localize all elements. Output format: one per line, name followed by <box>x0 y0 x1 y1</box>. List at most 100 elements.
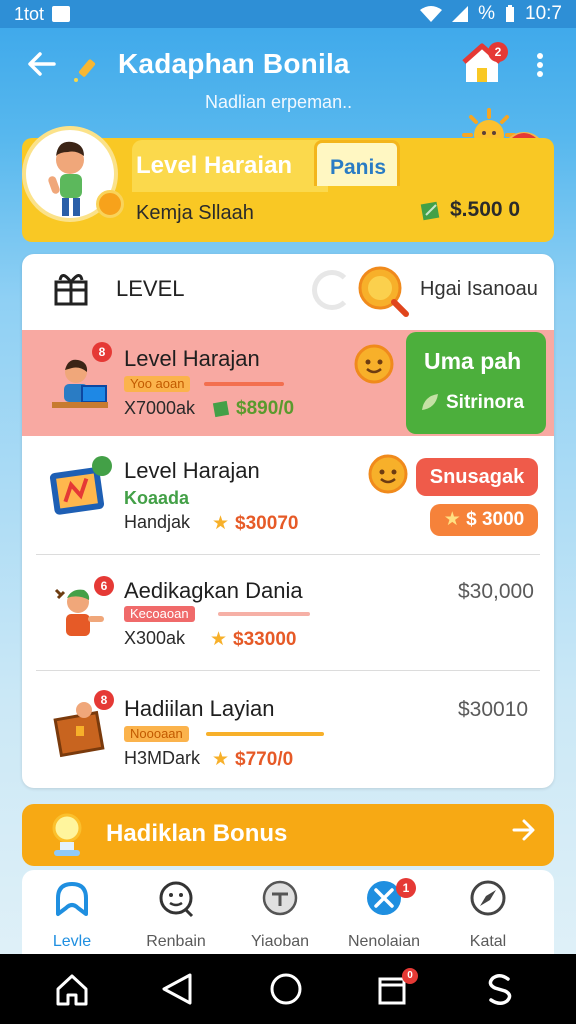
level-list-card: LEVEL Hgai Isanoau 8 Level Harajan Yoo a… <box>22 254 554 788</box>
level-banner[interactable]: Level Haraian Panis Kemja Sllaah $.500 0 <box>22 126 554 242</box>
nav-label: Katal <box>469 933 507 950</box>
row-tag-line <box>218 612 310 616</box>
gift-icon <box>54 274 88 306</box>
back-triangle-icon[interactable] <box>158 969 198 1009</box>
row-meta: Handjak <box>124 512 191 532</box>
status-left: 1tot <box>14 3 71 25</box>
leaf-icon <box>422 394 438 410</box>
status-time: 10:7 <box>525 3 562 24</box>
action-button-orange[interactable]: ★ $ 3000 <box>430 504 538 536</box>
coin-face-icon <box>354 344 394 384</box>
banner-amount-value: $.500 0 <box>450 198 521 221</box>
row-meta: X7000ak <box>124 398 196 418</box>
status-right: % 10:7 <box>420 3 562 25</box>
home-icon[interactable] <box>52 969 92 1009</box>
row-tag-line <box>206 732 324 736</box>
row-tag: Noooaan <box>124 726 189 742</box>
star-icon: ★ <box>212 513 230 534</box>
row-price-value: $33000 <box>233 628 297 650</box>
action-button-green[interactable]: Uma pah Sitrinora <box>406 332 546 434</box>
row-right-amount: $30,000 <box>458 580 534 603</box>
nav-item-katal[interactable]: Katal <box>438 878 538 954</box>
pencil-icon <box>74 59 96 82</box>
action-button-sub-label: Sitrinora <box>446 392 525 413</box>
bonus-label: Hadiklan Bonus <box>106 820 288 847</box>
action-button-title: Uma pah <box>424 348 522 374</box>
back-arrow-icon[interactable] <box>26 48 58 85</box>
bonus-button[interactable]: Hadiklan Bonus <box>22 804 554 866</box>
row-tag: Yoo aoan <box>124 376 191 392</box>
money-icon <box>212 400 230 418</box>
compass-icon <box>470 880 506 916</box>
row-price-value: $890/0 <box>236 398 295 419</box>
nav-item-nenolaian[interactable]: 1 Nenolaian <box>334 878 434 954</box>
lightbulb-icon <box>52 813 82 856</box>
nav-label: Yiaoban <box>250 933 310 950</box>
row-green-label: Koaada <box>124 488 190 508</box>
battery-icon <box>506 5 515 22</box>
banner-amount: $.500 0 <box>420 198 520 222</box>
row-price: ★ $33000 <box>210 628 296 651</box>
status-left-text: 1tot <box>14 3 45 24</box>
row-badge <box>92 456 112 476</box>
action-button-price: $ 3000 <box>466 509 525 530</box>
nav-item-level[interactable]: Levle <box>22 878 122 954</box>
row-badge: 8 <box>92 342 112 362</box>
chat-icon <box>262 880 298 916</box>
coin-icon <box>96 190 124 218</box>
star-icon: ★ <box>210 629 228 650</box>
list-item[interactable]: 6 Aedikagkan Dania Kecoaoan X300ak ★ $33… <box>22 554 554 670</box>
list-item[interactable]: 8 Level Harajan Yoo aoan X7000ak $890/0 … <box>22 330 554 436</box>
coin-search-icon[interactable] <box>356 264 412 320</box>
more-menu-icon[interactable] <box>530 50 550 80</box>
system-nav-bar: 0 <box>0 954 576 1024</box>
notification-badge: 2 <box>488 42 508 62</box>
app-bar: Kadaphan Bonila Nadlian erpeman.. 2 <box>0 36 576 112</box>
money-icon <box>420 201 440 221</box>
row-price-value: $30070 <box>235 512 299 534</box>
star-icon: ★ <box>212 749 230 770</box>
card-header: LEVEL Hgai Isanoau <box>22 254 554 330</box>
row-price: ★ $30070 <box>212 512 298 535</box>
recents-badge: 0 <box>402 968 418 984</box>
row-price: ★ $770/0 <box>212 748 293 771</box>
row-price-value: $770/0 <box>235 748 294 770</box>
app-subtitle: Nadlian erpeman.. <box>205 92 353 112</box>
nav-item-yiaoban[interactable]: Yiaoban <box>230 878 330 954</box>
nav-label: Nenolaian <box>347 933 421 950</box>
row-title: Level Harajan <box>124 458 260 483</box>
row-tag-line <box>204 382 284 386</box>
action-button-sub: Sitrinora <box>420 392 524 414</box>
nav-item-renbain[interactable]: Renbain <box>126 878 226 954</box>
nav-label: Renbain <box>146 933 206 950</box>
action-button-red[interactable]: Snusagak <box>416 458 538 496</box>
row-title: Aedikagkan Dania <box>124 578 303 603</box>
arrow-right-icon <box>510 816 538 852</box>
row-right-amount: $30010 <box>458 698 529 721</box>
row-price: $890/0 <box>212 398 294 420</box>
list-item[interactable]: Level Harajan Koaada Handjak ★ $30070 Sn… <box>22 436 554 554</box>
battery-percent: % <box>478 3 496 24</box>
banner-tab-label[interactable]: Panis <box>330 156 386 180</box>
row-badge: 6 <box>94 576 114 596</box>
banner-title: Level Haraian <box>136 152 293 179</box>
s-icon[interactable] <box>480 969 520 1009</box>
row-title: Hadiilan Layian <box>124 696 275 721</box>
status-bar: 1tot % 10:7 <box>0 0 576 28</box>
nav-label: Levle <box>52 933 92 950</box>
card-header-label: LEVEL <box>116 276 185 301</box>
nav-badge: 1 <box>396 878 416 898</box>
smile-face-icon <box>159 881 194 918</box>
wifi-icon <box>420 6 443 22</box>
row-title: Level Harajan <box>124 346 260 371</box>
arch-icon <box>56 882 88 916</box>
row-badge: 8 <box>94 690 114 710</box>
star-icon: ★ <box>443 509 461 530</box>
bottom-nav: Levle Renbain Yiaoban 1 Nenolaian Katal <box>22 870 554 954</box>
row-tag: Kecoaoan <box>124 606 195 622</box>
coin-face-icon <box>368 454 408 494</box>
list-item[interactable]: 8 Hadiilan Layian Noooaan H3MDark ★ $770… <box>22 670 554 788</box>
circle-home-icon[interactable] <box>266 969 306 1009</box>
loading-spinner <box>312 270 352 310</box>
signal-icon <box>452 6 469 22</box>
